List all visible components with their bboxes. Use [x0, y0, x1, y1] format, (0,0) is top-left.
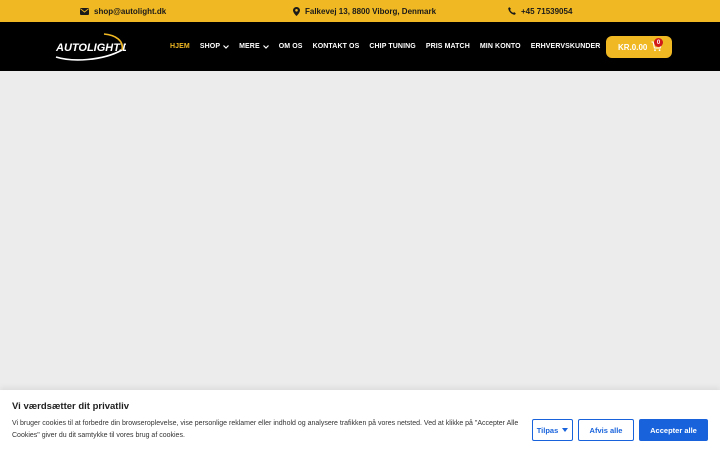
cart-total: KR.0.00: [618, 42, 648, 52]
location-pin-icon: [293, 6, 300, 16]
customize-label: Tilpas: [536, 425, 559, 435]
menu-item-erhvervskunder[interactable]: ERHVERVSKUNDER: [531, 43, 601, 50]
menu-item-label: MIN KONTO: [479, 43, 521, 50]
cart-count-badge: 0: [654, 38, 663, 47]
menu-item-om-os[interactable]: OM OS: [279, 43, 303, 50]
menu-item-label: MERE: [239, 43, 260, 50]
menu-item-min-konto[interactable]: MIN KONTO: [480, 43, 521, 50]
menu-item-chip-tuning[interactable]: CHIP TUNING: [369, 43, 415, 50]
address-text: Falkevej 13, 8800 Viborg, Denmark: [305, 6, 437, 16]
page-content-area: [0, 71, 720, 390]
cookie-description: Vi bruger cookies til at forbedre din br…: [12, 420, 519, 439]
caret-down-icon: [562, 428, 569, 432]
site-logo[interactable]: AUTOLIGHT.DK: [54, 31, 126, 61]
envelope-icon: [80, 7, 89, 15]
phone-contact[interactable]: +45 71539054: [508, 0, 572, 22]
menu-item-label: PRIS MATCH: [425, 43, 470, 50]
menu-item-label: ERHVERVSKUNDER: [530, 43, 601, 50]
phone-icon: [508, 7, 516, 15]
menu-item-label: SHOP: [199, 43, 221, 50]
menu-item-hjem[interactable]: HJEM: [170, 43, 190, 50]
cookie-title: Vi værdsætter dit privatliv: [12, 401, 130, 412]
accept-label: Accepter alle: [650, 425, 697, 435]
chevron-down-icon: [223, 44, 230, 49]
reject-label: Afvis alle: [589, 425, 623, 435]
accept-all-button[interactable]: Accepter alle: [639, 419, 708, 441]
menu-item-label: OM OS: [278, 43, 303, 50]
menu-item-label: HJEM: [170, 43, 190, 50]
phone-text[interactable]: +45 71539054: [521, 7, 572, 16]
email-text[interactable]: shop@autolight.dk: [94, 7, 166, 16]
primary-menu: HJEM SHOP MERE OM OS KONTAKT OS CHIP TUN…: [170, 22, 610, 71]
menu-item-pris-match[interactable]: PRIS MATCH: [426, 43, 470, 50]
menu-item-label: KONTAKT OS: [312, 43, 360, 50]
email-contact[interactable]: shop@autolight.dk: [80, 0, 166, 22]
chevron-down-icon: [262, 44, 269, 49]
top-info-bar: shop@autolight.dk Falkevej 13, 8800 Vibo…: [0, 0, 720, 22]
address-contact: Falkevej 13, 8800 Viborg, Denmark: [293, 0, 436, 22]
reject-all-button[interactable]: Afvis alle: [578, 419, 634, 441]
menu-item-mere[interactable]: MERE: [239, 43, 269, 50]
menu-item-label: CHIP TUNING: [369, 43, 416, 50]
customize-button[interactable]: Tilpas: [532, 419, 573, 441]
logo-text: AUTOLIGHT.DK: [55, 42, 126, 54]
menu-item-kontakt-os[interactable]: KONTAKT OS: [313, 43, 360, 50]
menu-item-shop[interactable]: SHOP: [199, 43, 230, 50]
